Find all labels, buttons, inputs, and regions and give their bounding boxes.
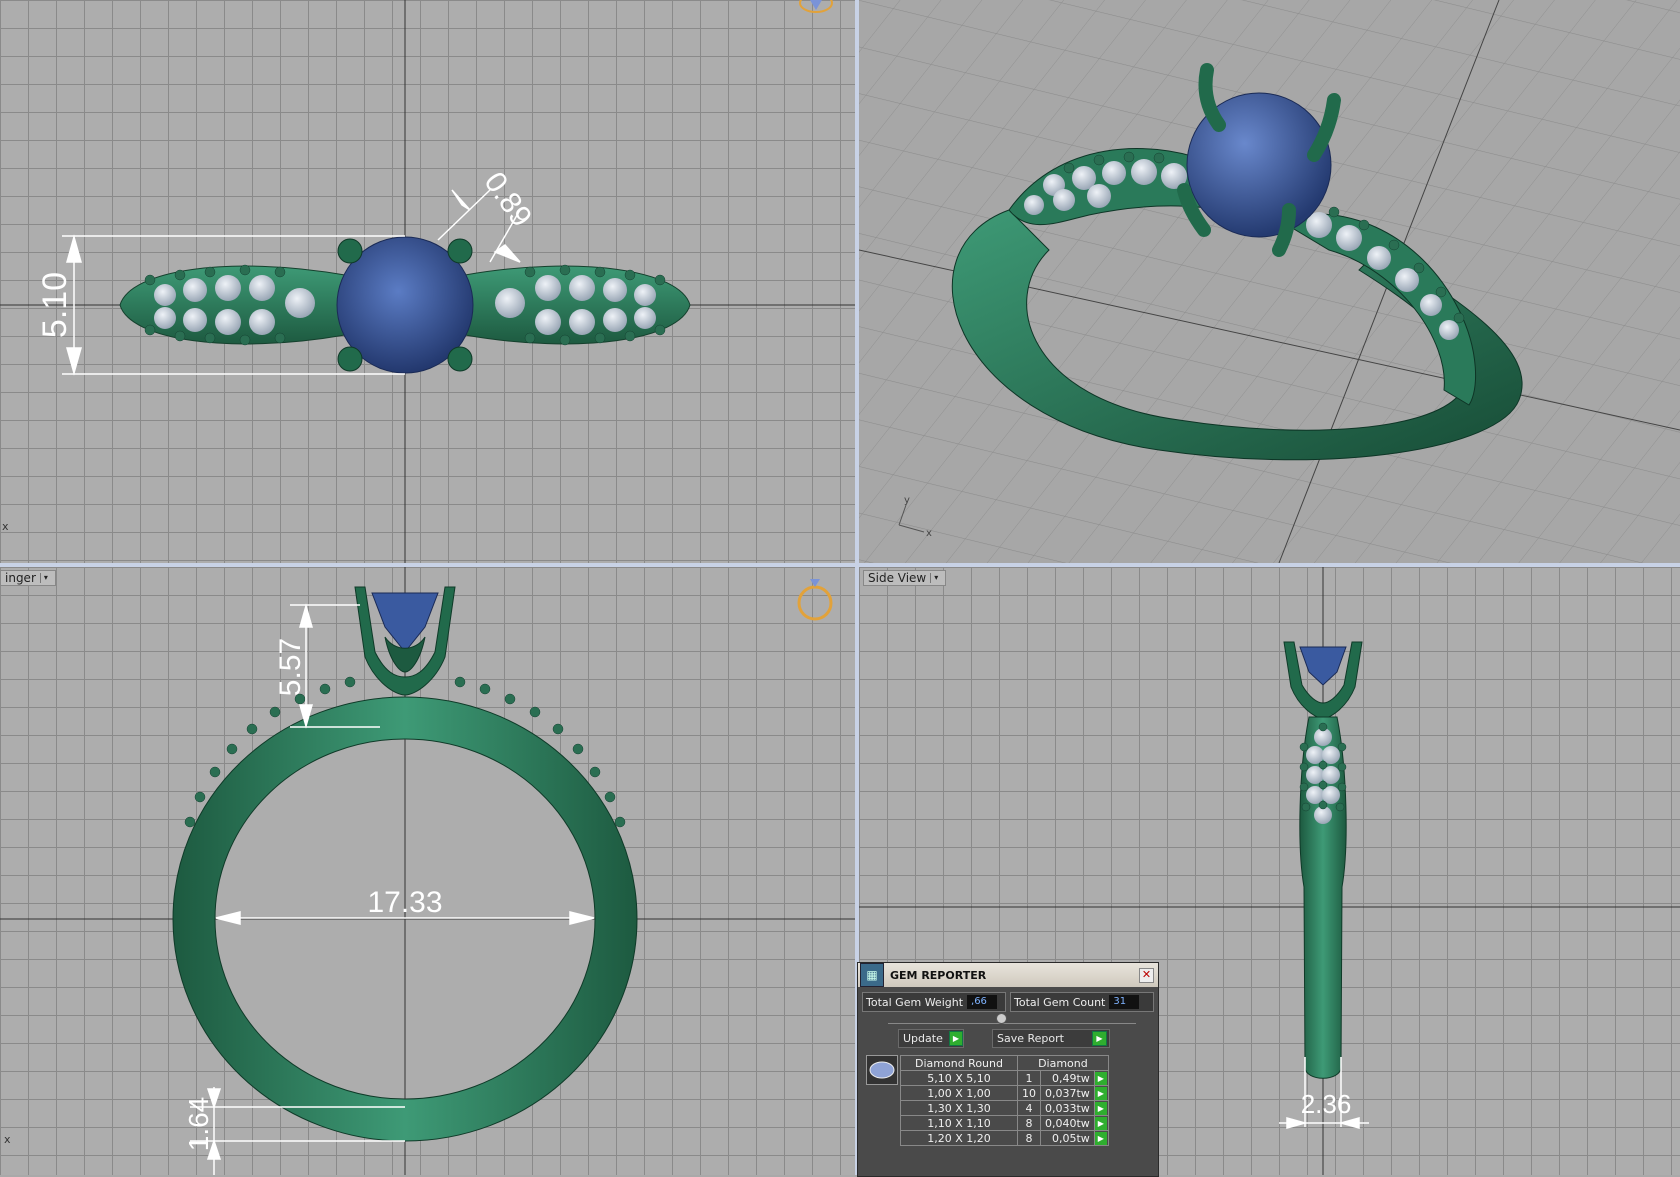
gem-reporter-title: GEM REPORTER bbox=[890, 968, 987, 982]
dim-side-label: 2.36 bbox=[1301, 1089, 1352, 1119]
gem-qty: 8 bbox=[1017, 1130, 1041, 1146]
gem-size: 1,00 X 1,00 bbox=[900, 1085, 1018, 1101]
dim-inner-label: 17.33 bbox=[367, 886, 442, 919]
gem-size: 1,20 X 1,20 bbox=[900, 1130, 1018, 1146]
gem-reporter-titlebar[interactable]: ▦ GEM REPORTER ✕ bbox=[858, 963, 1158, 987]
table-row[interactable]: 1,00 X 1,00 10 0,037tw ▶ bbox=[900, 1085, 1109, 1101]
play-icon: ▶ bbox=[1092, 1031, 1107, 1046]
top-viewport[interactable]: 5.10 0.89 x bbox=[0, 0, 855, 563]
panel-slider[interactable] bbox=[888, 1013, 1136, 1024]
play-icon: ▶ bbox=[1094, 1116, 1107, 1130]
row-play-button[interactable]: ▶ bbox=[1093, 1070, 1109, 1086]
front-viewport[interactable]: inger ▾ 5.57 17.33 1.64 x bbox=[0, 567, 855, 1175]
viewport-divider-horizontal[interactable] bbox=[0, 563, 1680, 567]
table-row[interactable]: 1,20 X 1,20 8 0,05tw ▶ bbox=[900, 1130, 1109, 1146]
gem-qty: 4 bbox=[1017, 1100, 1041, 1116]
ring-view-icon bbox=[795, 577, 835, 621]
play-icon: ▶ bbox=[1094, 1101, 1107, 1115]
play-icon: ▶ bbox=[1094, 1086, 1107, 1100]
play-icon: ▶ bbox=[1094, 1131, 1107, 1145]
persp-axis-y: y bbox=[904, 495, 910, 506]
dim-prong-label: 0.89 bbox=[478, 166, 539, 233]
gem-size: 5,10 X 5,10 bbox=[900, 1070, 1018, 1086]
gem-qty: 1 bbox=[1017, 1070, 1041, 1086]
gem-weight: 0,05tw bbox=[1040, 1130, 1095, 1146]
row-play-button[interactable]: ▶ bbox=[1093, 1100, 1109, 1116]
gem-weight: 0,037tw bbox=[1040, 1085, 1095, 1101]
table-row[interactable]: 1,30 X 1,30 4 0,033tw ▶ bbox=[900, 1100, 1109, 1116]
total-gem-count-value: 31 bbox=[1109, 995, 1140, 1009]
perspective-canvas: x y bbox=[859, 0, 1680, 563]
perspective-viewport[interactable]: x y bbox=[859, 0, 1680, 563]
close-icon[interactable]: ✕ bbox=[1139, 967, 1154, 983]
front-gem bbox=[371, 592, 439, 653]
save-report-button-label: Save Report bbox=[997, 1032, 1064, 1045]
gem-qty: 10 bbox=[1017, 1085, 1041, 1101]
dim-shank-label: 1.64 bbox=[183, 1097, 214, 1152]
gem-qty: 8 bbox=[1017, 1115, 1041, 1131]
gem-weight: 0,040tw bbox=[1040, 1115, 1095, 1131]
dim-head-label: 5.57 bbox=[274, 638, 307, 696]
table-row[interactable]: 1,10 X 1,10 8 0,040tw ▶ bbox=[900, 1115, 1109, 1131]
persp-axis-x: x bbox=[926, 528, 932, 539]
total-gem-weight-field: Total Gem Weight ,66 bbox=[862, 992, 1006, 1012]
gem-table-header-cut: Diamond Round bbox=[900, 1055, 1018, 1071]
gem-reporter-icon: ▦ bbox=[860, 963, 884, 987]
slider-knob[interactable] bbox=[996, 1013, 1007, 1024]
play-icon: ▶ bbox=[1094, 1071, 1107, 1085]
total-gem-weight-label: Total Gem Weight bbox=[866, 995, 964, 1009]
row-play-button[interactable]: ▶ bbox=[1093, 1130, 1109, 1146]
gem-weight: 0,49tw bbox=[1040, 1070, 1095, 1086]
diamond-thumbnail-icon bbox=[866, 1055, 898, 1085]
row-play-button[interactable]: ▶ bbox=[1093, 1085, 1109, 1101]
front-axis-label: x bbox=[4, 1133, 11, 1146]
top-axis-label: x bbox=[2, 520, 9, 533]
table-row[interactable]: 5,10 X 5,10 1 0,49tw ▶ bbox=[900, 1070, 1109, 1086]
front-view-canvas: 5.57 17.33 1.64 x bbox=[0, 567, 855, 1175]
save-report-button[interactable]: Save Report ▶ bbox=[992, 1029, 1110, 1048]
gem-size: 1,10 X 1,10 bbox=[900, 1115, 1018, 1131]
update-button-label: Update bbox=[903, 1032, 943, 1045]
play-icon: ▶ bbox=[948, 1031, 963, 1046]
total-gem-count-field: Total Gem Count 31 bbox=[1010, 992, 1154, 1012]
row-play-button[interactable]: ▶ bbox=[1093, 1115, 1109, 1131]
gem-table: Diamond Round Diamond 5,10 X 5,10 1 0,49… bbox=[900, 1055, 1109, 1146]
gem-view-icon bbox=[798, 0, 834, 14]
dim-width-label: 5.10 bbox=[36, 272, 74, 338]
total-gem-count-label: Total Gem Count bbox=[1014, 995, 1106, 1009]
gem-weight: 0,033tw bbox=[1040, 1100, 1095, 1116]
gem-reporter-panel: ▦ GEM REPORTER ✕ Total Gem Weight ,66 To… bbox=[857, 962, 1159, 1177]
top-view-canvas: 5.10 0.89 x bbox=[0, 0, 855, 563]
gem-table-header-material: Diamond bbox=[1017, 1055, 1109, 1071]
side-gem bbox=[1299, 646, 1347, 686]
update-button[interactable]: Update ▶ bbox=[898, 1029, 964, 1048]
total-gem-weight-value: ,66 bbox=[967, 995, 998, 1009]
gem-size: 1,30 X 1,30 bbox=[900, 1100, 1018, 1116]
